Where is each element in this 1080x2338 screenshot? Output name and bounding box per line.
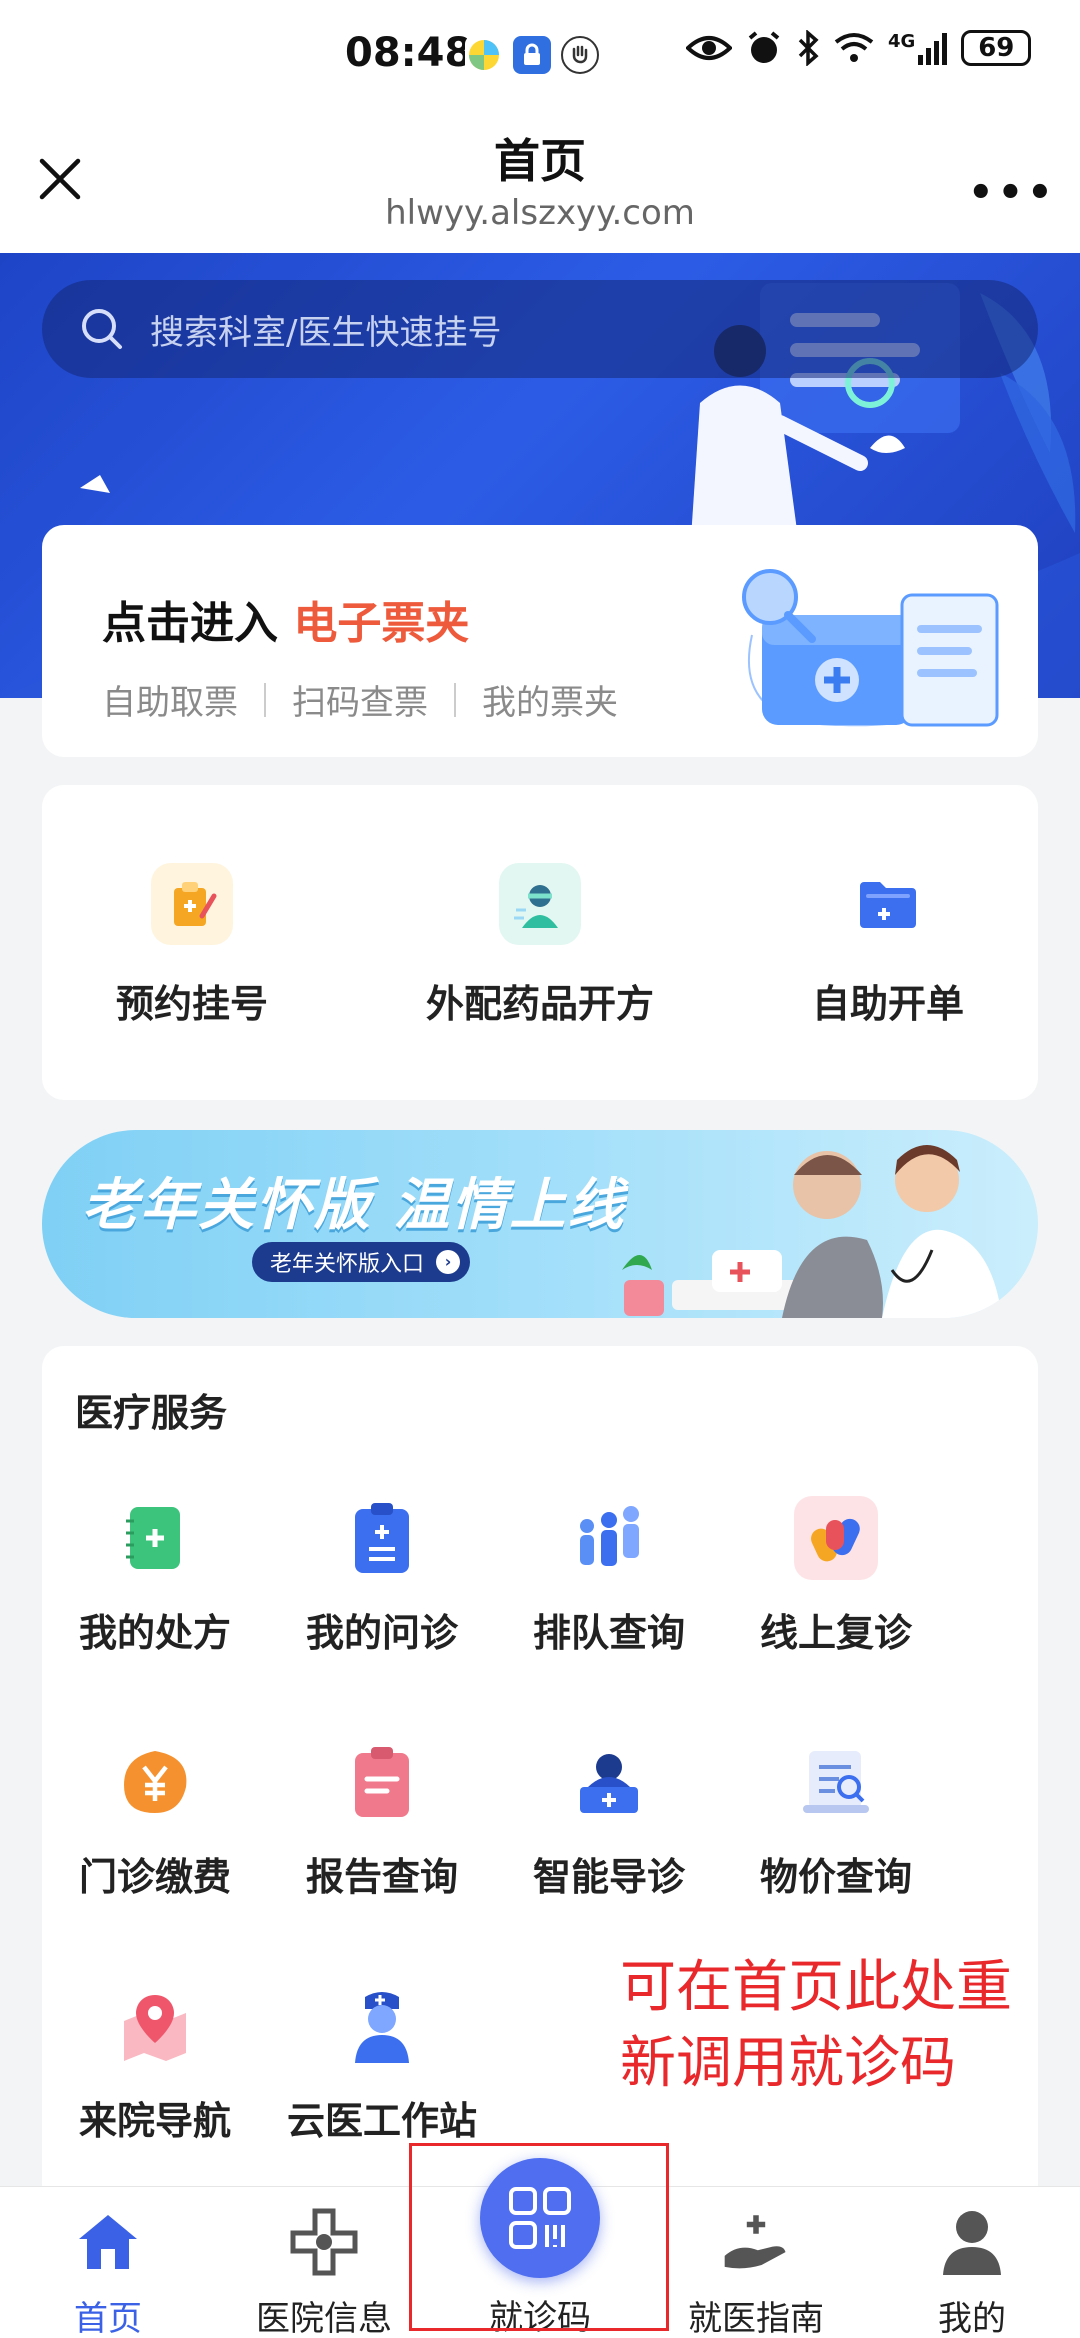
clipboard-pen-icon bbox=[151, 863, 233, 945]
app-pinwheel-icon bbox=[465, 36, 503, 74]
divider bbox=[264, 682, 266, 717]
ticket-link-scan[interactable]: 扫码查票 bbox=[292, 675, 428, 724]
service-cloud-workstation[interactable]: 云医工作站 bbox=[269, 1984, 495, 2145]
quick-label: 预约挂号 bbox=[115, 982, 268, 1026]
elder-banner-title: 老年关怀版 温情上线 bbox=[82, 1173, 626, 1238]
service-queue-query[interactable]: 排队查询 bbox=[496, 1496, 722, 1657]
medical-kit-illustration bbox=[742, 569, 999, 727]
signal-indicator: 4G bbox=[888, 31, 948, 65]
tab-hospital-info[interactable]: 医院信息 bbox=[244, 2207, 404, 2338]
tab-label: 首页 bbox=[74, 2299, 142, 2338]
map-pin-icon bbox=[113, 1984, 197, 2068]
search-placeholder: 搜索科室/医生快速挂号 bbox=[150, 312, 502, 353]
report-icon bbox=[340, 1740, 424, 1824]
e-ticket-card[interactable]: 点击进入 电子票夹 自助取票 扫码查票 我的票夹 bbox=[42, 525, 1038, 757]
service-label: 我的处方 bbox=[78, 1611, 231, 1655]
service-label: 物价查询 bbox=[759, 1855, 912, 1899]
annotation-line: 可在首页此处重 bbox=[620, 1955, 1012, 2020]
service-label: 我的问诊 bbox=[305, 1611, 458, 1655]
more-menu-icon[interactable]: ••• bbox=[968, 170, 1057, 216]
elder-mode-button[interactable]: 老年关怀版入口 › bbox=[252, 1242, 471, 1282]
service-hospital-navigation[interactable]: 来院导航 bbox=[42, 1984, 268, 2145]
annotation-line: 新调用就诊码 bbox=[620, 2030, 956, 2096]
elder-care-banner[interactable]: 老年关怀版 温情上线 老年关怀版入口 › bbox=[42, 1130, 1038, 1318]
status-bar: 08:48 4G 69 bbox=[0, 0, 1080, 115]
search-icon bbox=[82, 309, 122, 349]
section-title: 医疗服务 bbox=[75, 1391, 228, 1435]
status-time: 08:48 bbox=[345, 30, 473, 76]
alarm-icon bbox=[748, 31, 780, 63]
folder-plus-icon bbox=[847, 863, 929, 945]
price-scroll-icon bbox=[794, 1740, 878, 1824]
tab-home[interactable]: 首页 bbox=[28, 2207, 188, 2338]
capsule-icon bbox=[794, 1496, 878, 1580]
app-hand-icon bbox=[561, 36, 599, 74]
quick-actions-card: 预约挂号 外配药品开方 自助开单 bbox=[42, 785, 1038, 1100]
app-lock-icon bbox=[513, 36, 551, 74]
bluetooth-icon bbox=[798, 30, 819, 66]
status-system-icons: 4G 69 bbox=[686, 30, 1032, 66]
tab-medical-guide[interactable]: 就医指南 bbox=[676, 2207, 836, 2338]
service-label: 来院导航 bbox=[78, 2099, 231, 2143]
tab-mine[interactable]: 我的 bbox=[892, 2207, 1052, 2338]
status-app-icons bbox=[465, 36, 599, 74]
ticket-link-wallet[interactable]: 我的票夹 bbox=[482, 675, 618, 724]
clipboard-list-icon bbox=[340, 1496, 424, 1580]
ticket-title-prefix: 点击进入 bbox=[102, 598, 278, 649]
divider bbox=[454, 682, 456, 717]
yuan-payment-icon bbox=[113, 1740, 197, 1824]
service-outpatient-payment[interactable]: 门诊缴费 bbox=[42, 1740, 268, 1901]
guide-desk-icon bbox=[567, 1740, 651, 1824]
home-icon bbox=[73, 2207, 143, 2277]
service-report-query[interactable]: 报告查询 bbox=[269, 1740, 495, 1901]
app-root: 08:48 4G 69 首页 hlwyy.alszxyy.com ••• 搜索科… bbox=[0, 0, 1080, 2338]
service-label: 智能导诊 bbox=[532, 1855, 685, 1899]
service-label: 线上复诊 bbox=[759, 1611, 912, 1655]
quick-external-prescription[interactable]: 外配药品开方 bbox=[390, 863, 690, 1028]
queue-people-icon bbox=[567, 1496, 651, 1580]
annotation-highlight-box bbox=[409, 2143, 669, 2331]
quick-self-order[interactable]: 自助开单 bbox=[738, 863, 1038, 1028]
hospital-cross-icon bbox=[289, 2207, 359, 2277]
service-label: 门诊缴费 bbox=[78, 1855, 231, 1899]
title-bar: 首页 hlwyy.alszxyy.com ••• bbox=[0, 115, 1080, 253]
service-label: 云医工作站 bbox=[286, 2099, 477, 2143]
ticket-link-self-pickup[interactable]: 自助取票 bbox=[102, 675, 238, 724]
quick-label: 自助开单 bbox=[811, 982, 964, 1026]
doctor-icon bbox=[499, 863, 581, 945]
service-price-query[interactable]: 物价查询 bbox=[723, 1740, 949, 1901]
annotation-note: 可在首页此处重 新调用就诊码 bbox=[620, 1950, 1012, 2101]
tab-label: 我的 bbox=[938, 2299, 1006, 2338]
notebook-plus-icon bbox=[113, 1496, 197, 1580]
service-label: 排队查询 bbox=[532, 1611, 685, 1655]
user-icon bbox=[937, 2207, 1007, 2277]
tab-label: 医院信息 bbox=[256, 2299, 392, 2338]
battery-level: 69 bbox=[978, 33, 1015, 63]
service-my-prescription[interactable]: 我的处方 bbox=[42, 1496, 268, 1657]
tab-label: 就医指南 bbox=[688, 2299, 824, 2338]
doctor-elder-illustration bbox=[622, 1145, 1002, 1318]
ticket-links: 自助取票 扫码查票 我的票夹 bbox=[102, 675, 618, 724]
hand-care-icon bbox=[721, 2207, 791, 2277]
quick-label: 外配药品开方 bbox=[425, 982, 654, 1026]
eye-icon bbox=[686, 36, 732, 60]
ticket-title-highlight: 电子票夹 bbox=[293, 598, 470, 649]
quick-appointment[interactable]: 预约挂号 bbox=[42, 863, 342, 1028]
page-title: 首页 bbox=[494, 134, 586, 188]
service-online-followup[interactable]: 线上复诊 bbox=[723, 1496, 949, 1657]
battery-indicator: 69 bbox=[961, 30, 1032, 66]
arrow-right-icon: › bbox=[436, 1250, 461, 1274]
service-label: 报告查询 bbox=[305, 1855, 458, 1899]
service-smart-guide[interactable]: 智能导诊 bbox=[496, 1740, 722, 1901]
search-bar[interactable]: 搜索科室/医生快速挂号 bbox=[42, 280, 1038, 378]
network-type: 4G bbox=[888, 31, 916, 52]
elder-mode-label: 老年关怀版入口 bbox=[270, 1252, 425, 1277]
nurse-icon bbox=[340, 1984, 424, 2068]
wifi-icon bbox=[834, 33, 874, 62]
page-url: hlwyy.alszxyy.com bbox=[385, 193, 695, 233]
service-my-consultation[interactable]: 我的问诊 bbox=[269, 1496, 495, 1657]
ticket-title[interactable]: 点击进入 电子票夹 bbox=[102, 587, 469, 651]
